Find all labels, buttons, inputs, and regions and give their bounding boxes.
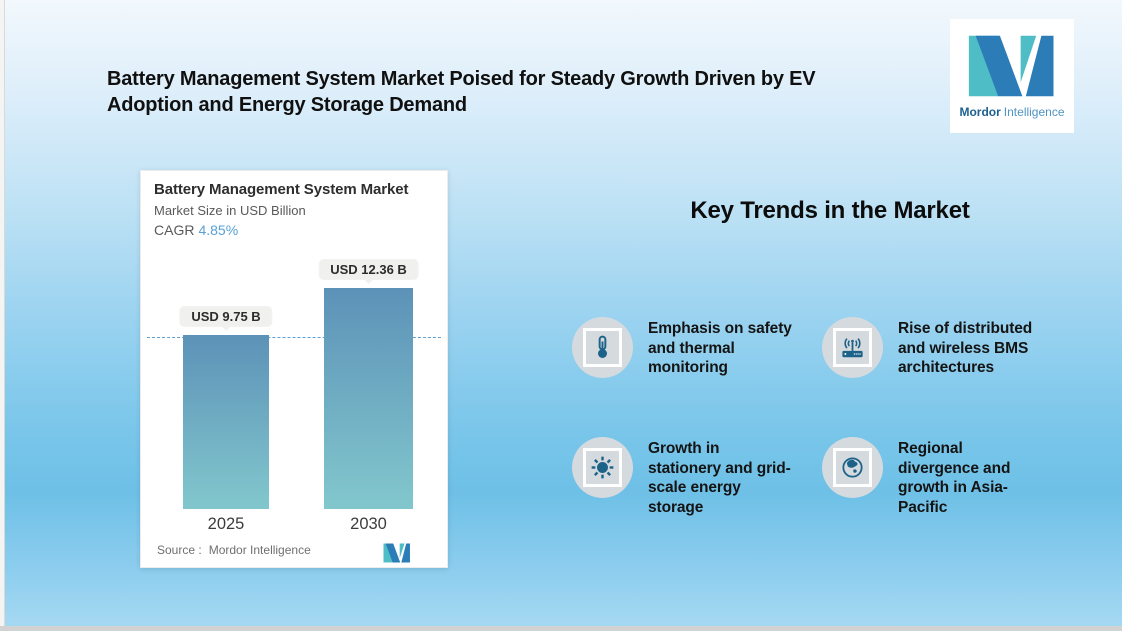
x-axis-label: 2025 — [208, 515, 245, 534]
wireless-router-icon — [833, 328, 872, 367]
trend-item-safety-thermal: Emphasis on safety and thermal monitorin… — [572, 317, 822, 378]
trend-item-grid-storage: Growth in stationery and grid- scale ene… — [572, 437, 822, 517]
bar-2030 — [324, 288, 413, 509]
page-title: Battery Management System Market Poised … — [107, 66, 957, 118]
brand-name-primary: Mordor — [959, 105, 1000, 119]
trend-icon-circle — [572, 437, 633, 498]
thermometer-icon — [583, 328, 622, 367]
trend-item-asia-pacific: Regional divergence and growth in Asia- … — [822, 437, 1122, 517]
source-value: Mordor Intelligence — [209, 543, 311, 557]
mordor-intelligence-logo-icon — [968, 34, 1056, 98]
sun-icon — [583, 448, 622, 487]
brand-logo-box: Mordor Intelligence — [950, 19, 1074, 133]
brand-name: Mordor Intelligence — [959, 105, 1064, 119]
chart-source: Source : Mordor Intelligence — [157, 543, 311, 557]
x-axis-label: 2030 — [350, 515, 387, 534]
chart-title: Battery Management System Market — [154, 181, 408, 198]
cagr-label: CAGR — [154, 222, 194, 238]
globe-icon — [833, 448, 872, 487]
trend-icon-circle — [572, 317, 633, 378]
source-label: Source : — [157, 543, 202, 557]
value-label-pill: USD 9.75 B — [180, 307, 271, 326]
bar-2025 — [183, 335, 269, 509]
trend-icon-circle — [822, 437, 883, 498]
market-chart-card: Battery Management System Market Market … — [140, 170, 448, 568]
infographic-canvas: Battery Management System Market Poised … — [0, 0, 1122, 631]
mini-brand-logo-icon — [383, 543, 411, 563]
left-edge-strip — [0, 0, 5, 631]
value-label-pill: USD 12.36 B — [319, 260, 418, 279]
trend-text: Regional divergence and growth in Asia- … — [898, 437, 1010, 517]
trend-icon-circle — [822, 317, 883, 378]
cagr-value: 4.85% — [198, 222, 238, 238]
brand-name-secondary: Intelligence — [1004, 105, 1065, 119]
trend-text: Rise of distributed and wireless BMS arc… — [898, 317, 1032, 378]
chart-subtitle: Market Size in USD Billion — [154, 203, 306, 218]
trend-text: Growth in stationery and grid- scale ene… — [648, 437, 791, 517]
trend-text: Emphasis on safety and thermal monitorin… — [648, 317, 792, 378]
key-trends-heading: Key Trends in the Market — [600, 197, 1060, 225]
trend-item-wireless-bms: Rise of distributed and wireless BMS arc… — [822, 317, 1122, 378]
chart-cagr: CAGR4.85% — [154, 222, 238, 238]
bottom-edge-strip — [0, 626, 1122, 631]
trends-grid: Emphasis on safety and thermal monitorin… — [572, 317, 1122, 517]
